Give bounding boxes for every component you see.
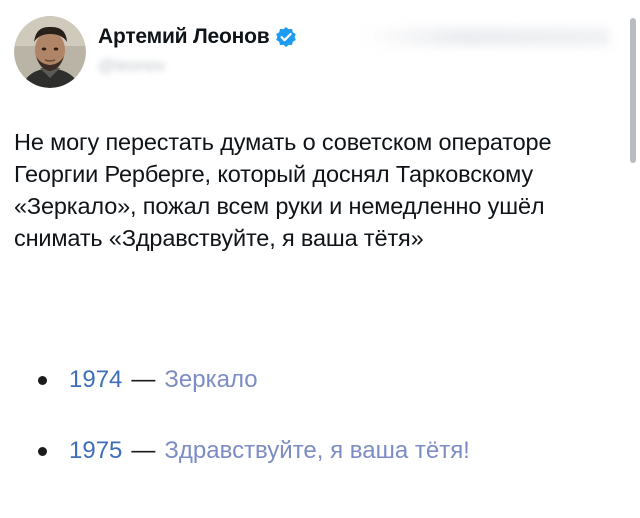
film-list: 1974 — Зеркало 1975 — Здравствуйте, я ва… [14, 360, 470, 502]
list-item: 1974 — Зеркало [14, 360, 470, 400]
tweet-header: Артемий Леонов @leonov [14, 16, 297, 88]
film-year-link[interactable]: 1974 [69, 366, 122, 394]
list-item: 1975 — Здравствуйте, я ваша тётя! [14, 431, 470, 471]
bullet-icon [38, 446, 47, 456]
film-year-link[interactable]: 1975 [69, 437, 122, 465]
tweet-text: Не могу перестать думать о советском опе… [14, 129, 552, 251]
tweet-screenshot: Артемий Леонов @leonov Не могу перестать… [0, 0, 640, 518]
verified-badge-icon [276, 27, 297, 47]
dash: — [131, 366, 156, 393]
avatar[interactable] [14, 16, 86, 88]
author-name[interactable]: Артемий Леонов [98, 25, 270, 49]
author-name-row: Артемий Леонов [98, 22, 297, 52]
bullet-icon [38, 375, 47, 385]
scrollbar[interactable] [630, 18, 636, 163]
author-handle[interactable]: @leonov [98, 56, 297, 76]
blurred-area [360, 28, 610, 46]
film-title-link[interactable]: Зеркало [164, 366, 257, 394]
author-block: Артемий Леонов @leonov [98, 22, 297, 76]
dash: — [131, 437, 156, 464]
film-title-link[interactable]: Здравствуйте, я ваша тётя! [164, 437, 469, 465]
